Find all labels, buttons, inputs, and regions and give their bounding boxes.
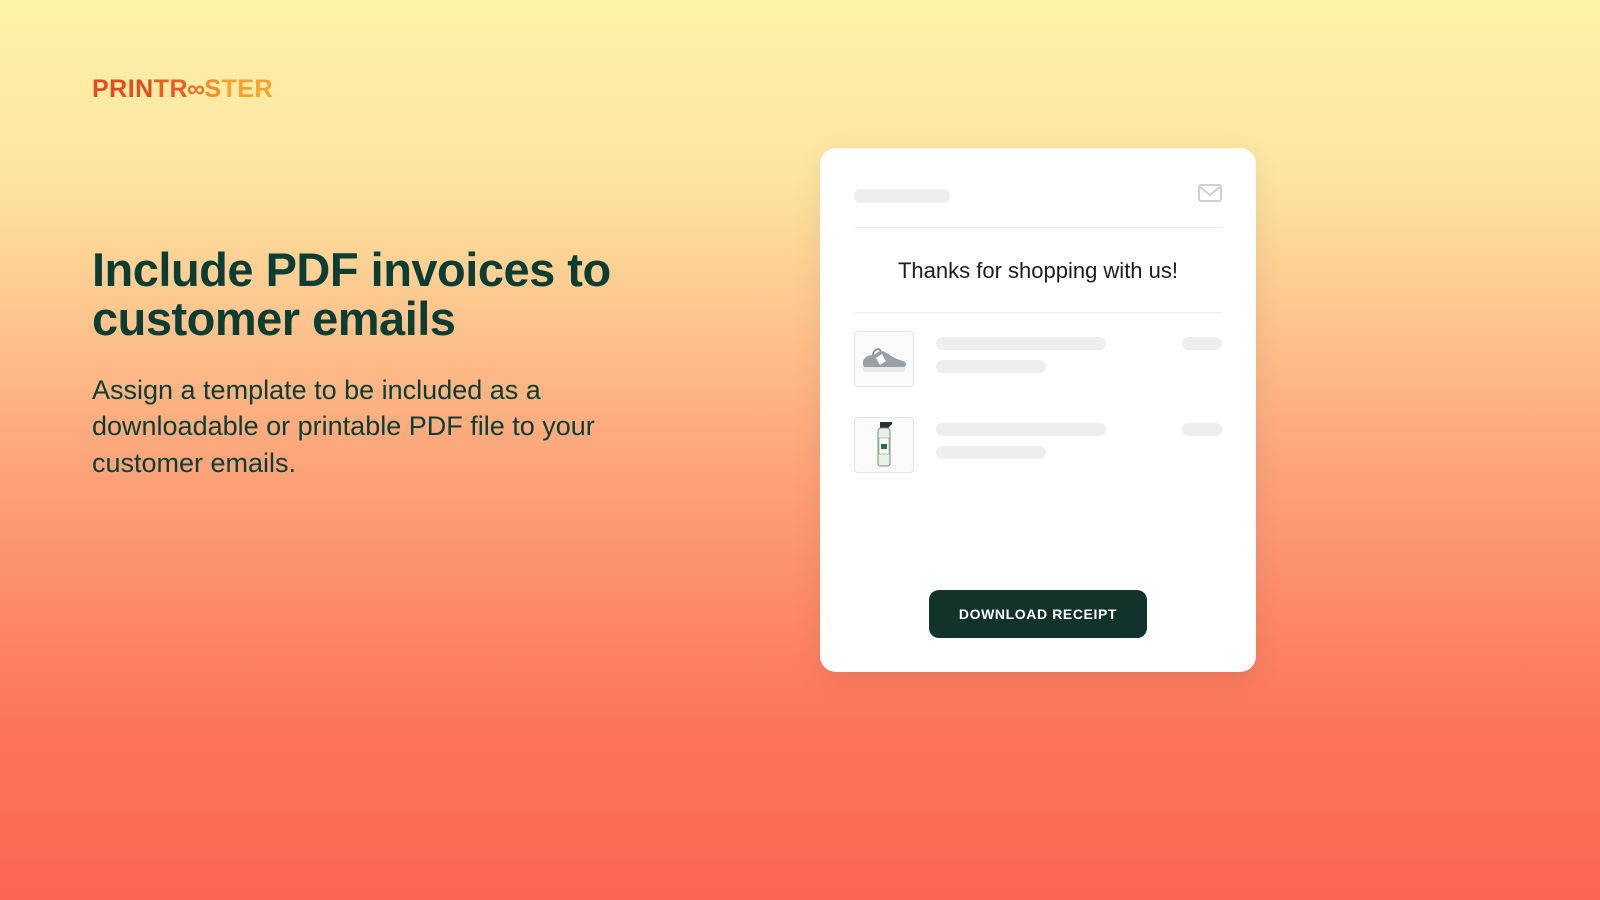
item-price-placeholder [1182,423,1222,436]
logo-seg-1: PRIN [92,75,154,104]
item-sub-placeholder [936,446,1046,459]
item-price-placeholder [1182,337,1222,350]
infinity-icon: ∞ [187,75,205,104]
hero-subtitle: Assign a template to be included as a do… [92,372,712,481]
download-receipt-button[interactable]: DOWNLOAD RECEIPT [929,590,1147,638]
logo-seg-4: TER [222,75,274,104]
bottle-icon [870,422,898,468]
sender-placeholder [854,189,950,203]
logo-seg-2: TR [154,75,188,104]
product-thumbnail-bottle [854,417,914,473]
mail-icon [1198,184,1222,207]
item-title-placeholder [936,337,1106,350]
item-title-placeholder [936,423,1106,436]
item-sub-placeholder [936,360,1046,373]
thank-you-message: Thanks for shopping with us! [854,228,1222,313]
hero-text-block: Include PDF invoices to customer emails … [92,245,712,481]
item-text-placeholder [936,331,1160,373]
logo-seg-3: S [204,75,221,104]
download-wrap: DOWNLOAD RECEIPT [854,570,1222,638]
brand-logo: PRIN TR ∞ S TER [92,75,273,104]
hero-title: Include PDF invoices to customer emails [92,245,712,344]
order-items [854,313,1222,503]
order-item-row [854,417,1222,473]
order-item-row [854,331,1222,387]
item-text-placeholder [936,417,1160,459]
product-thumbnail-sneaker [854,331,914,387]
sneaker-icon [859,343,909,375]
email-preview-card: Thanks for shopping with us! [820,148,1256,672]
email-header [854,184,1222,228]
